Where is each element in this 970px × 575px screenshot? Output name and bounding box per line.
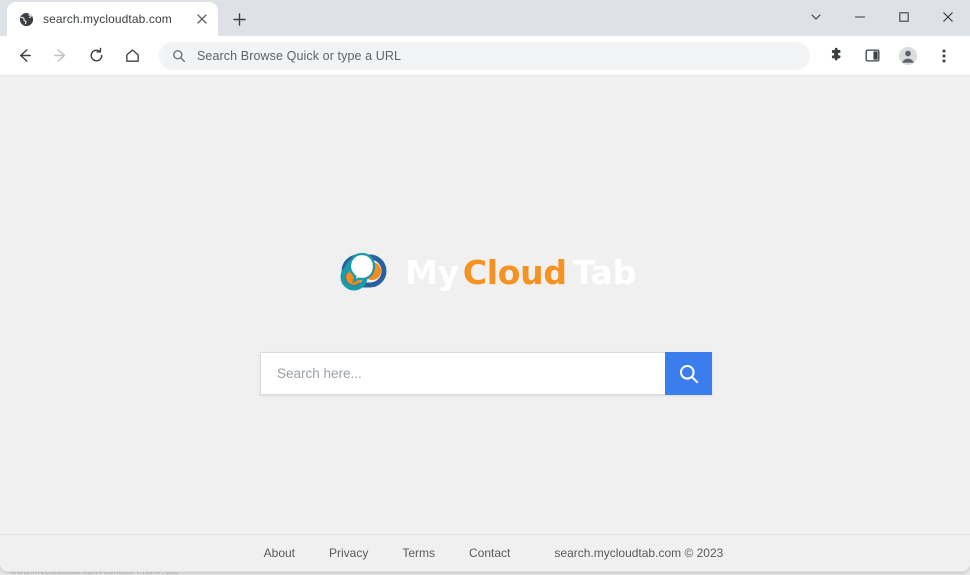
search-submit-button[interactable]: [665, 352, 712, 395]
search-form: [260, 352, 712, 395]
search-icon: [171, 48, 187, 64]
extensions-button[interactable]: [821, 41, 851, 71]
footer-copyright: search.mycloudtab.com © 2023: [554, 546, 724, 560]
footer-link-terms[interactable]: Terms: [385, 546, 452, 560]
search-icon: [679, 364, 698, 383]
browser-window: search.mycloudtab.com Search Browse Quic…: [0, 0, 970, 572]
footer-link-about[interactable]: About: [247, 546, 312, 560]
tab-title: search.mycloudtab.com: [43, 12, 172, 26]
search-input[interactable]: [260, 352, 665, 395]
footer-link-contact[interactable]: Contact: [452, 546, 527, 560]
tab-close-icon[interactable]: [194, 11, 210, 27]
browser-menu-button[interactable]: [929, 41, 959, 71]
logo-word-tab: Tab: [572, 252, 637, 292]
forward-button[interactable]: [45, 41, 75, 71]
browser-tab-active[interactable]: search.mycloudtab.com: [7, 2, 218, 36]
footer-link-privacy[interactable]: Privacy: [312, 546, 385, 560]
maximize-button[interactable]: [882, 0, 926, 34]
address-bar[interactable]: Search Browse Quick or type a URL: [159, 41, 810, 70]
cloud-chat-logo-icon: [334, 244, 398, 300]
tab-strip: search.mycloudtab.com: [0, 0, 970, 36]
reload-button[interactable]: [81, 41, 111, 71]
logo-word-my: My: [405, 252, 459, 292]
back-button[interactable]: [9, 41, 39, 71]
window-controls: [794, 0, 970, 34]
side-panel-button[interactable]: [857, 41, 887, 71]
home-button[interactable]: [117, 41, 147, 71]
logo-wordmark: My Cloud Tab: [405, 253, 636, 292]
tab-search-button[interactable]: [794, 0, 838, 34]
globe-icon: [18, 11, 34, 27]
browser-toolbar: Search Browse Quick or type a URL: [0, 36, 970, 76]
logo-word-cloud: Cloud: [462, 252, 567, 292]
site-logo: My Cloud Tab: [0, 244, 970, 300]
minimize-button[interactable]: [838, 0, 882, 34]
page-content: MyCloudTab About Privacy Terms Co: [0, 76, 970, 571]
new-tab-button[interactable]: [225, 5, 253, 33]
desktop-background: www.mycloudtab.com/contact-r.html?etc fi…: [0, 0, 970, 575]
close-button[interactable]: [926, 0, 970, 34]
profile-avatar[interactable]: [893, 41, 923, 71]
address-bar-placeholder: Search Browse Quick or type a URL: [197, 48, 402, 63]
page-footer: About Privacy Terms Contact search.myclo…: [0, 535, 970, 571]
